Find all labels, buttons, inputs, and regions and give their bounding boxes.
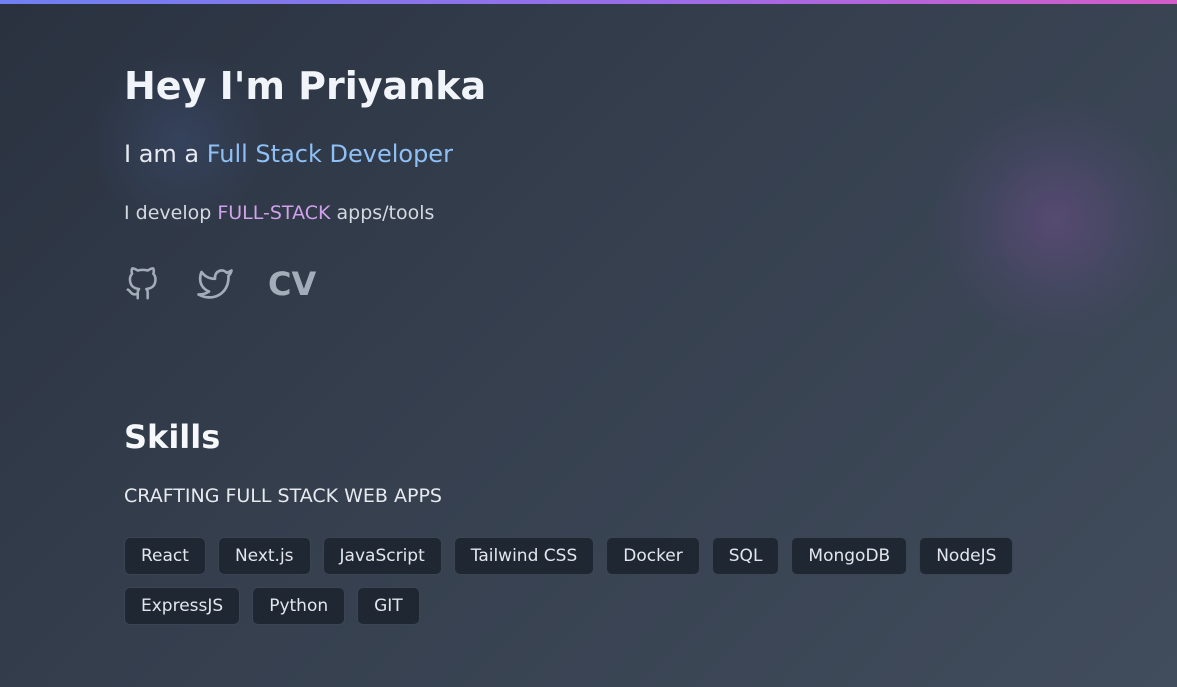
background-glow-right [935, 100, 1175, 340]
skill-tag: Docker [606, 537, 700, 575]
social-links: CV [124, 264, 316, 304]
skill-tag: MongoDB [791, 537, 908, 575]
hero-tagline: I develop FULL-STACK apps/tools [124, 202, 434, 224]
hero-tagline-prefix: I develop [124, 202, 218, 224]
skills-tag-list: React Next.js JavaScript Tailwind CSS Do… [124, 537, 1044, 625]
hero-subtitle-prefix: I am a [124, 140, 207, 168]
github-link[interactable] [124, 264, 160, 304]
skill-tag: GIT [357, 587, 420, 625]
skill-tag: ExpressJS [124, 587, 241, 625]
twitter-icon [196, 266, 234, 302]
hero-title: Hey I'm Priyanka [124, 64, 487, 108]
top-gradient-bar [0, 0, 1177, 4]
hero-tagline-suffix: apps/tools [330, 202, 435, 224]
skill-tag: React [124, 537, 206, 575]
skills-title: Skills [124, 418, 221, 456]
skill-tag: NodeJS [919, 537, 1014, 575]
skills-subtitle: CRAFTING FULL STACK WEB APPS [124, 485, 442, 507]
hero-subtitle: I am a Full Stack Developer [124, 140, 453, 168]
skill-tag: SQL [711, 537, 780, 575]
twitter-link[interactable] [196, 264, 234, 304]
skill-tag: JavaScript [322, 537, 442, 575]
skill-tag: Next.js [217, 537, 311, 575]
skill-tag: Tailwind CSS [453, 537, 595, 575]
hero-tagline-highlight: FULL-STACK [217, 202, 331, 224]
github-icon [125, 265, 159, 303]
hero-role-highlight: Full Stack Developer [206, 140, 453, 168]
skill-tag: Python [252, 587, 346, 625]
cv-link[interactable]: CV [268, 264, 316, 304]
